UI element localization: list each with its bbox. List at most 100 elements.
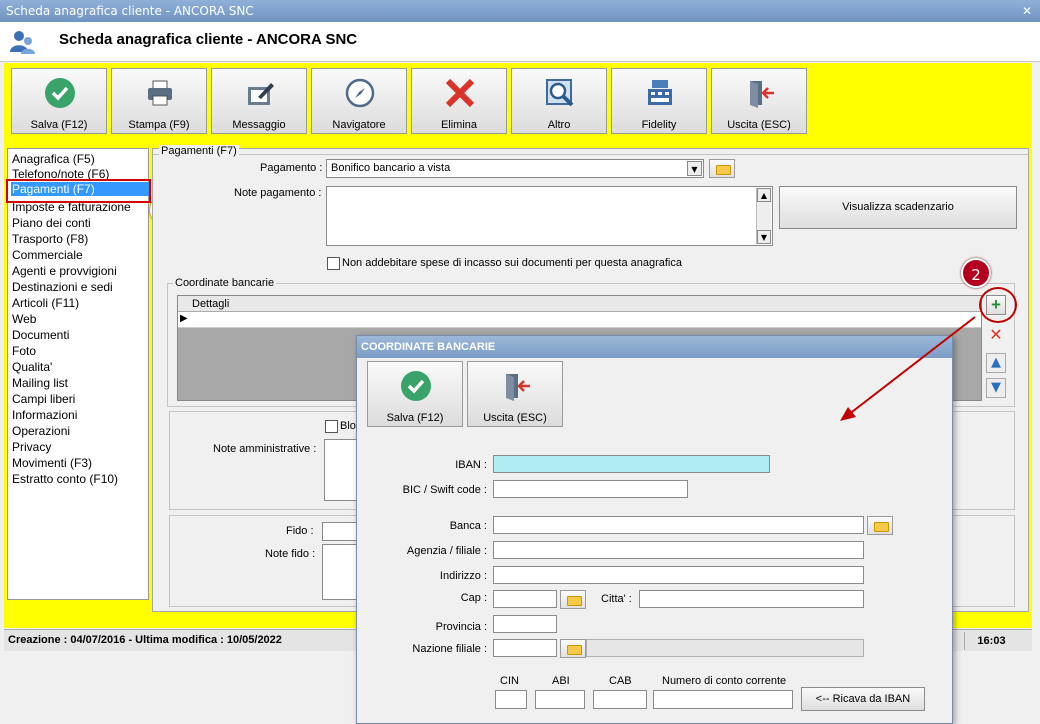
window-title: Scheda anagrafica cliente - ANCORA SNC bbox=[6, 4, 254, 18]
zip-input[interactable] bbox=[493, 590, 557, 608]
exit-button[interactable]: Uscita (ESC) bbox=[711, 68, 807, 134]
abi-input[interactable] bbox=[535, 690, 585, 709]
sidebar-item-documenti[interactable]: Documenti bbox=[12, 328, 69, 342]
annotation-arrow bbox=[840, 316, 976, 421]
page-title: Scheda anagrafica cliente - ANCORA SNC bbox=[59, 31, 358, 48]
payment-notes-textarea[interactable]: ▲ ▼ bbox=[326, 186, 773, 246]
address-label: Indirizzo : bbox=[439, 570, 487, 582]
check-icon bbox=[401, 371, 431, 401]
zip-browse-button[interactable] bbox=[560, 590, 586, 609]
sidebar-item-articoli[interactable]: Articoli (F11) bbox=[12, 296, 79, 310]
sidebar-item-qualita[interactable]: Qualita' bbox=[12, 360, 52, 374]
sidebar-item-piano-conti[interactable]: Piano dei conti bbox=[12, 216, 91, 230]
more-button[interactable]: Altro bbox=[511, 68, 607, 134]
sidebar-item-foto[interactable]: Foto bbox=[12, 344, 36, 358]
city-input[interactable] bbox=[639, 590, 864, 608]
no-charge-checkbox-label: Non addebitare spese di incasso sui docu… bbox=[342, 257, 682, 269]
status-text: Creazione : 04/07/2016 - Ultima modifica… bbox=[8, 634, 282, 646]
delete-button-label: Elimina bbox=[440, 119, 478, 131]
sidebar-item-informazioni[interactable]: Informazioni bbox=[12, 408, 77, 422]
blocked-checkbox[interactable] bbox=[325, 420, 338, 433]
cab-label: CAB bbox=[609, 675, 632, 687]
arrow-down-icon: ▼ bbox=[991, 380, 1001, 395]
annotation-badge-2: 2 bbox=[961, 258, 991, 288]
bank-label: Banca : bbox=[449, 520, 487, 532]
chevron-down-icon[interactable]: ▼ bbox=[687, 161, 702, 176]
branch-input[interactable] bbox=[493, 541, 864, 559]
page-header: Scheda anagrafica cliente - ANCORA SNC bbox=[0, 22, 1040, 62]
bank-input[interactable] bbox=[493, 516, 864, 534]
message-edit-icon bbox=[248, 83, 274, 105]
cin-input[interactable] bbox=[495, 690, 527, 709]
notes-scrollbar[interactable]: ▲ ▼ bbox=[756, 188, 771, 244]
sidebar-item-commerciale[interactable]: Commerciale bbox=[12, 248, 83, 262]
sidebar-item-privacy[interactable]: Privacy bbox=[12, 440, 51, 454]
compass-icon bbox=[345, 78, 375, 108]
payment-select[interactable]: Bonifico bancario a vista ▼ bbox=[326, 159, 704, 178]
dialog-save-label: Salva (F12) bbox=[386, 412, 444, 424]
iban-input[interactable] bbox=[493, 455, 770, 473]
grid-column-details[interactable]: Dettagli bbox=[192, 298, 229, 310]
exit-door-icon bbox=[506, 374, 530, 401]
message-button[interactable]: Messaggio bbox=[211, 68, 307, 134]
city-label: Citta' : bbox=[601, 593, 632, 605]
country-input[interactable] bbox=[493, 639, 557, 657]
chevron-down-icon[interactable]: ▼ bbox=[757, 230, 771, 244]
printer-icon bbox=[148, 80, 172, 106]
zip-label: Cap : bbox=[460, 592, 487, 604]
cash-register-icon bbox=[648, 80, 672, 105]
dialog-exit-label: Uscita (ESC) bbox=[483, 412, 547, 424]
dialog-exit-button[interactable]: Uscita (ESC) bbox=[467, 361, 563, 427]
sidebar-item-mailing[interactable]: Mailing list bbox=[12, 376, 68, 390]
sidebar-item-operazioni[interactable]: Operazioni bbox=[12, 424, 70, 438]
close-icon[interactable]: ✕ bbox=[1020, 5, 1034, 18]
navigator-button-label: Navigatore bbox=[332, 119, 386, 131]
row-pointer-icon: ▶ bbox=[180, 313, 188, 324]
payments-group-title: Pagamenti (F7) bbox=[159, 145, 239, 157]
check-icon bbox=[45, 78, 75, 108]
sidebar-item-anagrafica[interactable]: Anagrafica (F5) bbox=[12, 152, 95, 166]
print-button[interactable]: Stampa (F9) bbox=[111, 68, 207, 134]
bank-coordinates-title: Coordinate bancarie bbox=[173, 277, 277, 289]
arrow-up-icon: ▲ bbox=[991, 355, 1001, 370]
chevron-up-icon[interactable]: ▲ bbox=[757, 188, 771, 202]
sidebar-item-web[interactable]: Web bbox=[12, 312, 36, 326]
message-button-label: Messaggio bbox=[232, 119, 286, 131]
no-charge-checkbox[interactable] bbox=[327, 257, 340, 270]
view-schedule-button[interactable]: Visualizza scadenzario bbox=[779, 186, 1017, 229]
credit-notes-label: Note fido : bbox=[265, 548, 316, 560]
selection-highlight-frame bbox=[6, 179, 151, 203]
print-button-label: Stampa (F9) bbox=[128, 119, 190, 131]
sidebar-item-movimenti[interactable]: Movimenti (F3) bbox=[12, 456, 92, 470]
sidebar-item-trasporto[interactable]: Trasporto (F8) bbox=[12, 232, 88, 246]
exit-door-icon bbox=[750, 81, 774, 108]
save-button[interactable]: Salva (F12) bbox=[11, 68, 107, 134]
exit-button-label: Uscita (ESC) bbox=[727, 119, 791, 131]
country-browse-button[interactable] bbox=[560, 639, 586, 658]
sidebar-item-campi-liberi[interactable]: Campi liberi bbox=[12, 392, 75, 406]
sidebar-item-estratto-conto[interactable]: Estratto conto (F10) bbox=[12, 472, 118, 486]
payment-notes-label: Note pagamento : bbox=[234, 187, 322, 199]
cin-label: CIN bbox=[500, 675, 519, 687]
bic-label: BIC / Swift code : bbox=[402, 484, 487, 496]
window-titlebar: Scheda anagrafica cliente - ANCORA SNC ✕ bbox=[0, 0, 1040, 22]
payment-browse-button[interactable] bbox=[709, 159, 735, 178]
dialog-title: COORDINATE BANCARIE bbox=[361, 341, 496, 353]
bank-browse-button[interactable] bbox=[867, 516, 893, 535]
dialog-save-button[interactable]: Salva (F12) bbox=[367, 361, 463, 427]
delete-button[interactable]: Elimina bbox=[411, 68, 507, 134]
address-input[interactable] bbox=[493, 566, 864, 584]
save-button-label: Salva (F12) bbox=[30, 119, 88, 131]
sidebar-item-agenti[interactable]: Agenti e provvigioni bbox=[12, 264, 117, 278]
bic-input[interactable] bbox=[493, 480, 688, 498]
sidebar-item-destinazioni[interactable]: Destinazioni e sedi bbox=[12, 280, 113, 294]
fidelity-button[interactable]: Fidelity bbox=[611, 68, 707, 134]
province-input[interactable] bbox=[493, 615, 557, 633]
status-time: 16:03 bbox=[964, 632, 1018, 650]
account-number-input[interactable] bbox=[653, 690, 793, 709]
payment-label: Pagamento : bbox=[260, 162, 323, 174]
navigator-button[interactable]: Navigatore bbox=[311, 68, 407, 134]
derive-from-iban-button[interactable]: <-- Ricava da IBAN bbox=[801, 687, 925, 711]
country-description-field bbox=[586, 639, 864, 657]
cab-input[interactable] bbox=[593, 690, 647, 709]
